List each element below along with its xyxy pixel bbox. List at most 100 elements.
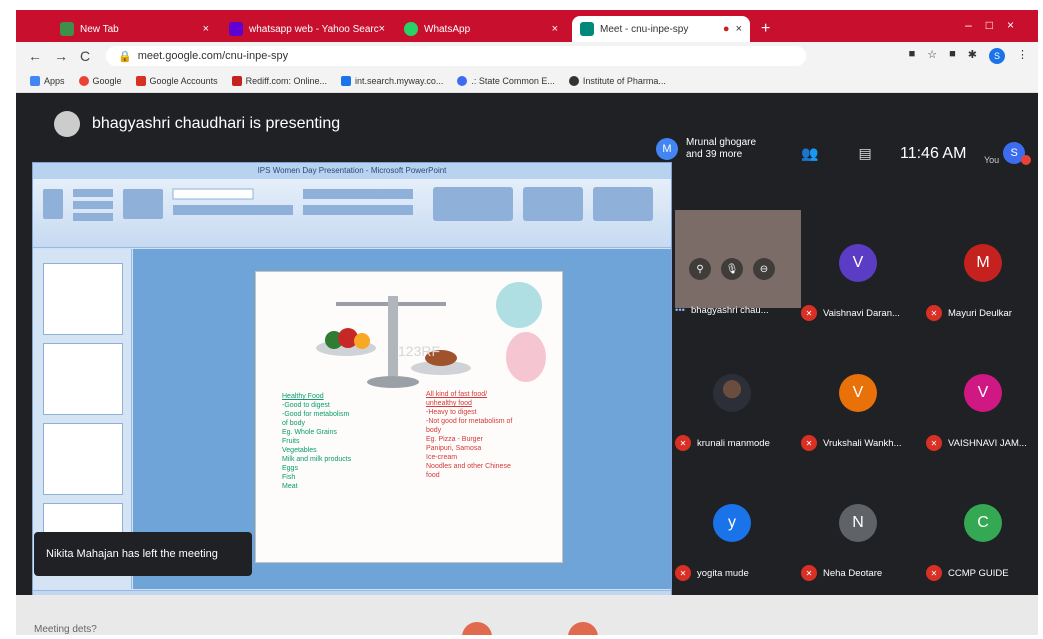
healthy-line: -Good for metabolism xyxy=(282,411,350,418)
participant-avatar: C xyxy=(964,504,1002,542)
tab-label: whatsapp web - Yahoo Search Re xyxy=(249,23,379,35)
tab-new-tab[interactable]: New Tab × xyxy=(52,16,217,42)
slide-thumbnail[interactable] xyxy=(43,343,123,415)
reload-icon[interactable]: C xyxy=(80,48,90,64)
participant-name: ✕ yogita mude xyxy=(675,565,749,581)
slide-thumbnail[interactable] xyxy=(43,423,123,495)
participant-name: ✕ CCMP GUIDE xyxy=(926,565,1009,581)
toolbar-icons: ■ ☆ ■ ✱ S ⋮ xyxy=(909,48,1028,64)
left-meeting-toast: Nikita Mahajan has left the meeting xyxy=(34,532,252,576)
bookmark-apps[interactable]: Apps xyxy=(30,76,65,86)
screen: New Tab × whatsapp web - Yahoo Search Re… xyxy=(16,10,1038,635)
participant-more: and 39 more xyxy=(686,149,743,160)
ribbon-icons xyxy=(43,187,653,221)
healthy-line: Fruits xyxy=(282,438,300,445)
star-icon[interactable]: ☆ xyxy=(927,48,937,64)
participant-tile[interactable]: V ✕ Vrukshali Wankh... xyxy=(801,340,919,460)
participant-tile[interactable]: ✕ krunali manmode xyxy=(675,340,793,460)
participant-tile[interactable]: V ✕ Vaishnavi Daran... xyxy=(801,210,919,330)
healthy-line: Eg. Whole Grains xyxy=(282,429,337,436)
tab-meet[interactable]: Meet - cnu-inpe-spy ● × xyxy=(572,16,750,42)
participant-avatar: V xyxy=(839,244,877,282)
participants-summary[interactable]: M Mrunal ghogare and 39 more xyxy=(656,137,756,161)
junk-line: -Heavy to digest xyxy=(426,409,477,416)
participant-tile[interactable]: y ✕ yogita mude xyxy=(675,470,793,590)
participant-photo xyxy=(713,374,751,412)
close-icon[interactable]: × xyxy=(736,23,742,35)
participant-tile[interactable]: M ✕ Mayuri Deulkar xyxy=(926,210,1038,330)
junk-line: Panipuri, Samosa xyxy=(426,445,482,452)
globe-icon xyxy=(457,76,468,86)
forward-icon[interactable]: → xyxy=(54,48,68,64)
participant-name: Mrunal ghogare xyxy=(686,137,757,148)
tab-whatsapp[interactable]: WhatsApp × xyxy=(396,16,566,42)
flower-decoration xyxy=(496,282,542,328)
close-icon[interactable]: × xyxy=(379,23,385,35)
google-icon xyxy=(78,76,89,86)
meeting-details-text[interactable]: Meeting dets? xyxy=(34,624,97,635)
header-icons: 👥 ▤ xyxy=(801,145,872,162)
mic-off-icon: ✕ xyxy=(675,565,691,581)
myway-icon xyxy=(340,76,351,86)
bookmark-state-common[interactable]: .: State Common E... xyxy=(457,76,555,86)
address-bar[interactable]: 🔒 meet.google.com/cnu-inpe-spy xyxy=(106,46,806,66)
participant-avatar: N xyxy=(839,504,877,542)
extension-icon[interactable]: ■ xyxy=(909,48,916,64)
participant-tile[interactable]: N ✕ Neha Deotare xyxy=(801,470,919,590)
mic-off-icon: ✕ xyxy=(801,565,817,581)
healthy-title: Healthy Food xyxy=(282,393,324,400)
healthy-line: Fish xyxy=(282,474,296,481)
whatsapp-icon xyxy=(404,22,418,36)
bookmark-myway[interactable]: int.search.myway.co... xyxy=(340,76,443,86)
junk-line: Noodles and other Chinese xyxy=(426,463,511,470)
yahoo-icon xyxy=(229,22,243,36)
bottom-bar xyxy=(16,595,1038,635)
participant-name: ✕ krunali manmode xyxy=(675,435,770,451)
back-icon[interactable]: ← xyxy=(28,48,42,64)
lock-icon: 🔒 xyxy=(118,50,132,63)
apps-icon xyxy=(30,76,40,86)
participant-name: ✕ Mayuri Deulkar xyxy=(926,305,1012,321)
close-icon[interactable]: × xyxy=(203,23,209,35)
profile-avatar[interactable]: S xyxy=(989,48,1005,64)
window-controls[interactable]: –□× xyxy=(965,18,1028,32)
self-tile[interactable]: You S xyxy=(984,141,1032,165)
gmail-icon xyxy=(135,76,146,86)
rediff-icon xyxy=(231,76,242,86)
tab-label: Meet - cnu-inpe-spy xyxy=(600,23,689,35)
bookmark-institute[interactable]: Institute of Pharma... xyxy=(568,76,666,86)
junk-title-2: unhealthy food xyxy=(426,400,472,407)
participant-tile[interactable]: V ✕ VAISHNAVI JAM... xyxy=(926,340,1038,460)
slide-thumbnail[interactable] xyxy=(43,263,123,335)
close-icon[interactable]: × xyxy=(552,23,558,35)
mic-off-icon: ✕ xyxy=(926,435,942,451)
participant-avatar: V xyxy=(964,374,1002,412)
healthy-line: of body xyxy=(282,420,305,427)
slide-canvas: 123RF Healthy Food -Good to digest -Good… xyxy=(255,271,563,563)
puzzle-icon[interactable]: ✱ xyxy=(968,48,977,64)
people-icon[interactable]: 👥 xyxy=(801,145,818,162)
mic-off-icon xyxy=(1021,155,1032,165)
navigation-bar: ← → C 🔒 meet.google.com/cnu-inpe-spy ■ ☆… xyxy=(16,42,1038,70)
junk-line: Ice-cream xyxy=(426,454,458,461)
new-tab-button[interactable]: + xyxy=(761,20,770,38)
healthy-line: Vegetables xyxy=(282,447,317,454)
dots-icon: ••• xyxy=(675,305,685,316)
bookmark-google-accounts[interactable]: Google Accounts xyxy=(135,76,218,86)
junk-line: -Not good for metabolism of xyxy=(426,418,513,425)
bookmark-rediff[interactable]: Rediff.com: Online... xyxy=(231,76,327,86)
url-text: meet.google.com/cnu-inpe-spy xyxy=(137,50,289,62)
presenter-avatar xyxy=(54,111,80,137)
participant-tile[interactable]: C ✕ CCMP GUIDE xyxy=(926,470,1038,590)
extension-icon[interactable]: ■ xyxy=(949,48,956,64)
participant-avatar: y xyxy=(713,504,751,542)
photo-frame: New Tab × whatsapp web - Yahoo Search Re… xyxy=(0,0,1043,639)
tab-label: WhatsApp xyxy=(424,23,471,35)
participant-avatar: M xyxy=(964,244,1002,282)
healthy-line: Meat xyxy=(282,483,298,490)
junk-food-text: All kind of fast food/ unhealthy food -H… xyxy=(426,390,512,480)
tab-yahoo-search[interactable]: whatsapp web - Yahoo Search Re × xyxy=(221,16,393,42)
bookmark-google[interactable]: Google xyxy=(78,76,122,86)
menu-icon[interactable]: ⋮ xyxy=(1017,48,1028,64)
chat-icon[interactable]: ▤ xyxy=(858,145,871,162)
